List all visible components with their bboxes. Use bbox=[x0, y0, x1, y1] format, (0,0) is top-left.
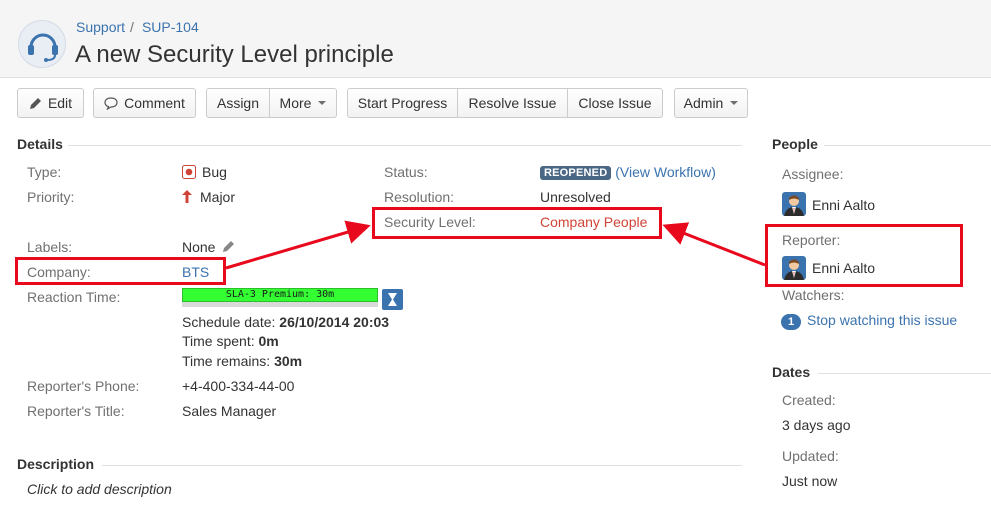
priority-value: Major bbox=[182, 189, 235, 206]
dates-divider bbox=[818, 373, 991, 374]
description-placeholder[interactable]: Click to add description bbox=[27, 481, 172, 497]
company-label: Company: bbox=[27, 264, 91, 280]
reporter-title-label: Reporter's Title: bbox=[27, 403, 125, 419]
arrow-company-to-security bbox=[225, 220, 371, 270]
status-label: Status: bbox=[384, 164, 428, 180]
edit-button[interactable]: Edit bbox=[17, 88, 84, 118]
admin-dropdown-button[interactable]: Admin bbox=[674, 88, 748, 118]
labels-label: Labels: bbox=[27, 239, 73, 255]
more-dropdown-button[interactable]: More bbox=[270, 88, 337, 118]
status-value: REOPENED (View Workflow) bbox=[540, 164, 716, 180]
type-value-text: Bug bbox=[202, 164, 227, 180]
labels-value[interactable]: None bbox=[182, 239, 235, 256]
description-divider bbox=[102, 465, 742, 466]
time-remains-value: 30m bbox=[274, 353, 303, 369]
status-badge: REOPENED bbox=[540, 166, 612, 180]
people-divider bbox=[824, 145, 991, 146]
chevron-down-icon bbox=[318, 101, 327, 105]
priority-value-text: Major bbox=[200, 189, 236, 205]
breadcrumb: Support / SUP-104 bbox=[76, 19, 199, 35]
arrow-reporter-to-security bbox=[662, 222, 766, 267]
arrow-up-icon bbox=[182, 190, 192, 206]
watchers-count-badge: 1 bbox=[781, 314, 801, 330]
resolution-label: Resolution: bbox=[384, 189, 455, 205]
reporter-avatar[interactable] bbox=[782, 256, 806, 280]
close-issue-button[interactable]: Close Issue bbox=[568, 88, 663, 118]
view-workflow-link[interactable]: View Workflow bbox=[620, 164, 711, 180]
hourglass-icon[interactable] bbox=[382, 289, 403, 310]
stop-watching-text: Stop watching this issue bbox=[807, 312, 958, 328]
company-value-link[interactable]: BTS bbox=[182, 264, 209, 280]
speech-bubble-icon bbox=[104, 96, 118, 110]
updated-label: Updated: bbox=[782, 448, 839, 464]
resolution-value: Unresolved bbox=[540, 189, 611, 205]
reporter-phone-label: Reporter's Phone: bbox=[27, 378, 140, 394]
comment-button[interactable]: Comment bbox=[93, 88, 196, 118]
labels-value-text: None bbox=[182, 239, 216, 255]
assignee-label: Assignee: bbox=[782, 166, 844, 182]
schedule-date-label: Schedule date: bbox=[182, 314, 276, 330]
headset-icon[interactable] bbox=[18, 20, 66, 68]
watchers-label: Watchers: bbox=[782, 287, 845, 303]
description-heading: Description bbox=[17, 456, 95, 472]
start-progress-button[interactable]: Start Progress bbox=[347, 88, 458, 118]
schedule-date-row: Schedule date: 26/10/2014 20:03 bbox=[182, 314, 389, 330]
reaction-time-label: Reaction Time: bbox=[27, 289, 121, 305]
admin-button-label: Admin bbox=[683, 95, 724, 111]
breadcrumb-issue-link[interactable]: SUP-104 bbox=[142, 19, 199, 35]
sla-progress-bar: SLA-3 Premium: 30m bbox=[182, 288, 378, 302]
close-issue-label: Close Issue bbox=[578, 95, 652, 111]
comment-button-label: Comment bbox=[124, 95, 185, 111]
assignee-avatar[interactable] bbox=[782, 192, 806, 216]
bug-icon bbox=[182, 165, 196, 182]
time-spent-row: Time spent: 0m bbox=[182, 333, 279, 349]
assign-button[interactable]: Assign bbox=[206, 88, 270, 118]
priority-label: Priority: bbox=[27, 189, 75, 205]
schedule-date-value: 26/10/2014 20:03 bbox=[279, 314, 390, 330]
breadcrumb-project-link[interactable]: Support bbox=[76, 19, 125, 35]
more-button-label: More bbox=[279, 95, 312, 111]
updated-value: Just now bbox=[782, 473, 838, 489]
start-progress-label: Start Progress bbox=[357, 95, 448, 111]
pencil-icon[interactable] bbox=[222, 240, 235, 256]
sla-progress-track bbox=[182, 302, 378, 307]
time-spent-value: 0m bbox=[258, 333, 279, 349]
people-heading: People bbox=[772, 136, 818, 152]
time-remains-label: Time remains: bbox=[182, 353, 271, 369]
reporter-label: Reporter: bbox=[782, 232, 841, 248]
created-value: 3 days ago bbox=[782, 417, 851, 433]
created-label: Created: bbox=[782, 392, 836, 408]
resolve-issue-label: Resolve Issue bbox=[468, 95, 557, 111]
security-level-label: Security Level: bbox=[384, 214, 476, 230]
reporter-title-value: Sales Manager bbox=[182, 403, 277, 419]
page-title[interactable]: A new Security Level principle bbox=[75, 41, 394, 69]
time-spent-label: Time spent: bbox=[182, 333, 255, 349]
dates-heading: Dates bbox=[772, 364, 811, 380]
issue-header: Support / SUP-104 A new Security Level pri… bbox=[0, 0, 991, 78]
chevron-down-icon bbox=[730, 101, 739, 105]
type-label: Type: bbox=[27, 164, 62, 180]
assignee-name[interactable]: Enni Aalto bbox=[812, 197, 875, 213]
reporter-name[interactable]: Enni Aalto bbox=[812, 260, 875, 276]
stop-watching-link[interactable]: 1 Stop watching this issue bbox=[781, 312, 957, 330]
pencil-icon bbox=[29, 97, 42, 110]
details-divider bbox=[68, 145, 742, 146]
details-heading: Details bbox=[17, 136, 63, 152]
assign-button-label: Assign bbox=[216, 95, 260, 111]
type-value: Bug bbox=[182, 164, 227, 182]
view-workflow-paren-close: ) bbox=[711, 164, 716, 180]
breadcrumb-separator: / bbox=[130, 19, 134, 35]
reporter-phone-value: +4-400-334-44-00 bbox=[182, 378, 295, 394]
security-level-value[interactable]: Company People bbox=[540, 214, 647, 230]
time-remains-row: Time remains: 30m bbox=[182, 353, 302, 369]
resolve-issue-button[interactable]: Resolve Issue bbox=[458, 88, 568, 118]
edit-button-label: Edit bbox=[47, 95, 73, 111]
